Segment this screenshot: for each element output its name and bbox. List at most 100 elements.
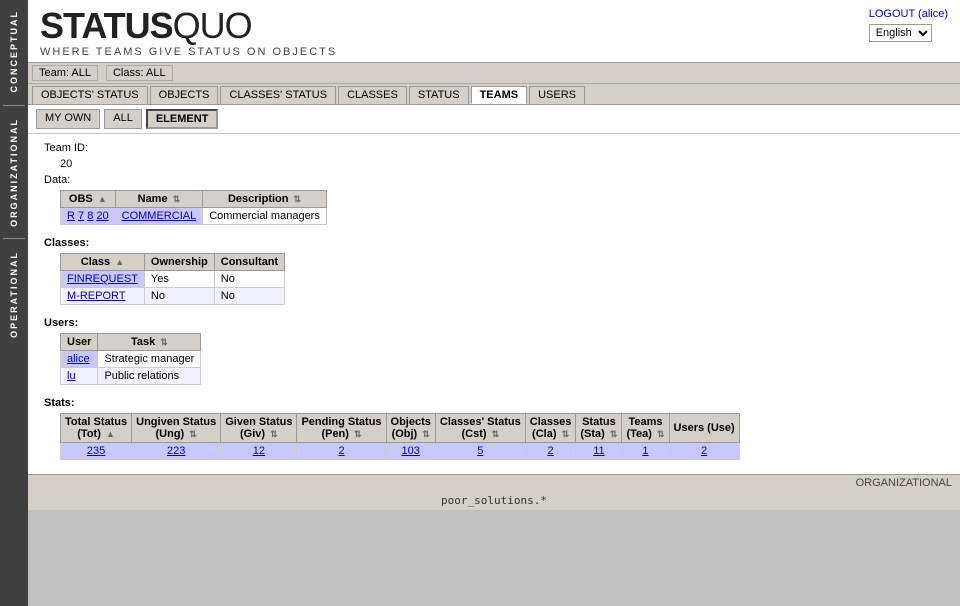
table-row: M-REPORT No No xyxy=(61,288,285,305)
bottom-text: poor_solutions.* xyxy=(441,494,547,507)
stat-pen-link[interactable]: 2 xyxy=(338,445,344,457)
col-use[interactable]: Users (Use) xyxy=(669,414,739,443)
class-link-1[interactable]: FINREQUEST xyxy=(67,273,138,285)
data-table: OBS ▲ Name ⇅ Description ⇅ R xyxy=(60,190,327,225)
user-link-1[interactable]: alice xyxy=(67,353,90,365)
stats-table: Total Status (Tot) ▲ Ungiven Status (Ung… xyxy=(60,413,740,460)
col-tea[interactable]: Teams (Tea) ⇅ xyxy=(622,414,669,443)
stat-ung-link[interactable]: 223 xyxy=(167,445,185,457)
col-obs-label: OBS xyxy=(69,193,93,205)
desc-value: Commercial managers xyxy=(209,210,320,222)
team-filter[interactable]: Team: ALL xyxy=(32,65,98,81)
filter-row: Team: ALL Class: ALL xyxy=(28,63,960,84)
logout-label: LOGOUT xyxy=(869,8,915,20)
table-row: R 7 8 20 COMMERCIAL Commercial managers xyxy=(61,208,327,225)
class-link-2[interactable]: M-REPORT xyxy=(67,290,125,302)
team-id-row: Team ID: xyxy=(44,142,944,154)
stat-tea-link[interactable]: 1 xyxy=(642,445,648,457)
tab-classes-status[interactable]: CLASSES' STATUS xyxy=(220,86,336,104)
col-tot-sort: ▲ xyxy=(106,429,115,439)
tab-teams[interactable]: TEAMS xyxy=(471,86,528,104)
col-user-label: User xyxy=(67,336,91,348)
tab-objects[interactable]: OBJECTS xyxy=(150,86,219,104)
col-giv-sub: (Giv) xyxy=(240,428,265,440)
data-label: Data: xyxy=(44,174,70,186)
col-cst[interactable]: Classes' Status (Cst) ⇅ xyxy=(435,414,525,443)
stat-cla-link[interactable]: 2 xyxy=(548,445,554,457)
subtab-element[interactable]: ELEMENT xyxy=(146,109,219,129)
col-name-label: Name xyxy=(138,193,168,205)
stat-giv-link[interactable]: 12 xyxy=(253,445,265,457)
logo-bold: STATUS xyxy=(40,5,173,46)
obs-20[interactable]: 20 xyxy=(96,210,108,222)
tab-classes[interactable]: CLASSES xyxy=(338,86,407,104)
consultant-cell-2: No xyxy=(214,288,284,305)
class-cell-1: FINREQUEST xyxy=(61,271,145,288)
col-sta[interactable]: Status (Sta) ⇅ xyxy=(576,414,622,443)
stat-cst-link[interactable]: 5 xyxy=(477,445,483,457)
table-row: alice Strategic manager xyxy=(61,351,201,368)
col-cla-sub: (Cla) xyxy=(532,428,556,440)
logo-subtitle: WHERE TEAMS GIVE STATUS ON OBJECTS xyxy=(40,46,337,58)
col-ung[interactable]: Ungiven Status (Ung) ⇅ xyxy=(132,414,221,443)
sidebar-label-conceptual: CONCEPTUAL xyxy=(9,0,19,103)
stat-cst: 5 xyxy=(435,443,525,460)
data-label-row: Data: xyxy=(44,174,944,186)
stat-tot-link[interactable]: 235 xyxy=(87,445,105,457)
tab-objects-status[interactable]: OBJECTS' STATUS xyxy=(32,86,148,104)
col-giv[interactable]: Given Status (Giv) ⇅ xyxy=(221,414,297,443)
user-cell-2: lu xyxy=(61,368,98,385)
language-select[interactable]: English xyxy=(869,24,932,42)
col-obj-label: Objects xyxy=(391,416,431,428)
col-sta-label: Status xyxy=(582,416,616,428)
col-class[interactable]: Class ▲ xyxy=(61,254,145,271)
col-name[interactable]: Name ⇅ xyxy=(115,191,203,208)
col-task-label: Task xyxy=(131,336,155,348)
logout-user: (alice) xyxy=(918,8,948,20)
stat-obj-link[interactable]: 103 xyxy=(402,445,420,457)
col-pen-sub: (Pen) xyxy=(321,428,349,440)
logout-link[interactable]: LOGOUT (alice) xyxy=(869,8,948,20)
col-use-label: Users (Use) xyxy=(674,422,735,434)
col-pen[interactable]: Pending Status (Pen) ⇅ xyxy=(297,414,386,443)
classes-table: Class ▲ Ownership Consultant FINREQUEST xyxy=(60,253,285,305)
nav-bar: Team: ALL Class: ALL OBJECTS' STATUS OBJ… xyxy=(28,63,960,105)
col-task[interactable]: Task ⇅ xyxy=(98,334,201,351)
obs-8[interactable]: 8 xyxy=(87,210,93,222)
stat-sta-link[interactable]: 11 xyxy=(593,445,604,457)
obs-7[interactable]: 7 xyxy=(78,210,84,222)
col-obj[interactable]: Objects (Obj) ⇅ xyxy=(386,414,435,443)
col-consultant-label: Consultant xyxy=(221,256,278,268)
users-header: Users: xyxy=(44,317,944,329)
classes-header: Classes: xyxy=(44,237,944,249)
subtab-my-own[interactable]: MY OWN xyxy=(36,109,100,129)
col-name-sort: ⇅ xyxy=(173,194,181,204)
col-description[interactable]: Description ⇅ xyxy=(203,191,327,208)
tab-status[interactable]: STATUS xyxy=(409,86,469,104)
col-desc-sort: ⇅ xyxy=(294,194,302,204)
stat-giv: 12 xyxy=(221,443,297,460)
col-cst-label: Classes' Status xyxy=(440,416,521,428)
col-user[interactable]: User xyxy=(61,334,98,351)
stat-use-link[interactable]: 2 xyxy=(701,445,707,457)
col-obs[interactable]: OBS ▲ xyxy=(61,191,116,208)
user-link-2[interactable]: lu xyxy=(67,370,76,382)
col-giv-sort: ⇅ xyxy=(270,429,278,439)
col-pen-label: Pending Status xyxy=(301,416,381,428)
obs-r[interactable]: R xyxy=(67,210,75,222)
header: STATUSQUO WHERE TEAMS GIVE STATUS ON OBJ… xyxy=(28,0,960,63)
name-link[interactable]: COMMERCIAL xyxy=(122,210,197,222)
col-obj-sort: ⇅ xyxy=(422,429,430,439)
col-tot[interactable]: Total Status (Tot) ▲ xyxy=(61,414,132,443)
col-tot-label: Total Status xyxy=(65,416,127,428)
user-cell-1: alice xyxy=(61,351,98,368)
users-table: User Task ⇅ alice Strategic manager xyxy=(60,333,201,385)
col-consultant[interactable]: Consultant xyxy=(214,254,284,271)
subtab-all[interactable]: ALL xyxy=(104,109,142,129)
stat-ung: 223 xyxy=(132,443,221,460)
col-ownership[interactable]: Ownership xyxy=(144,254,214,271)
tab-users[interactable]: USERS xyxy=(529,86,585,104)
col-cla[interactable]: Classes (Cla) ⇅ xyxy=(525,414,576,443)
class-filter[interactable]: Class: ALL xyxy=(106,65,173,81)
consultant-cell-1: No xyxy=(214,271,284,288)
